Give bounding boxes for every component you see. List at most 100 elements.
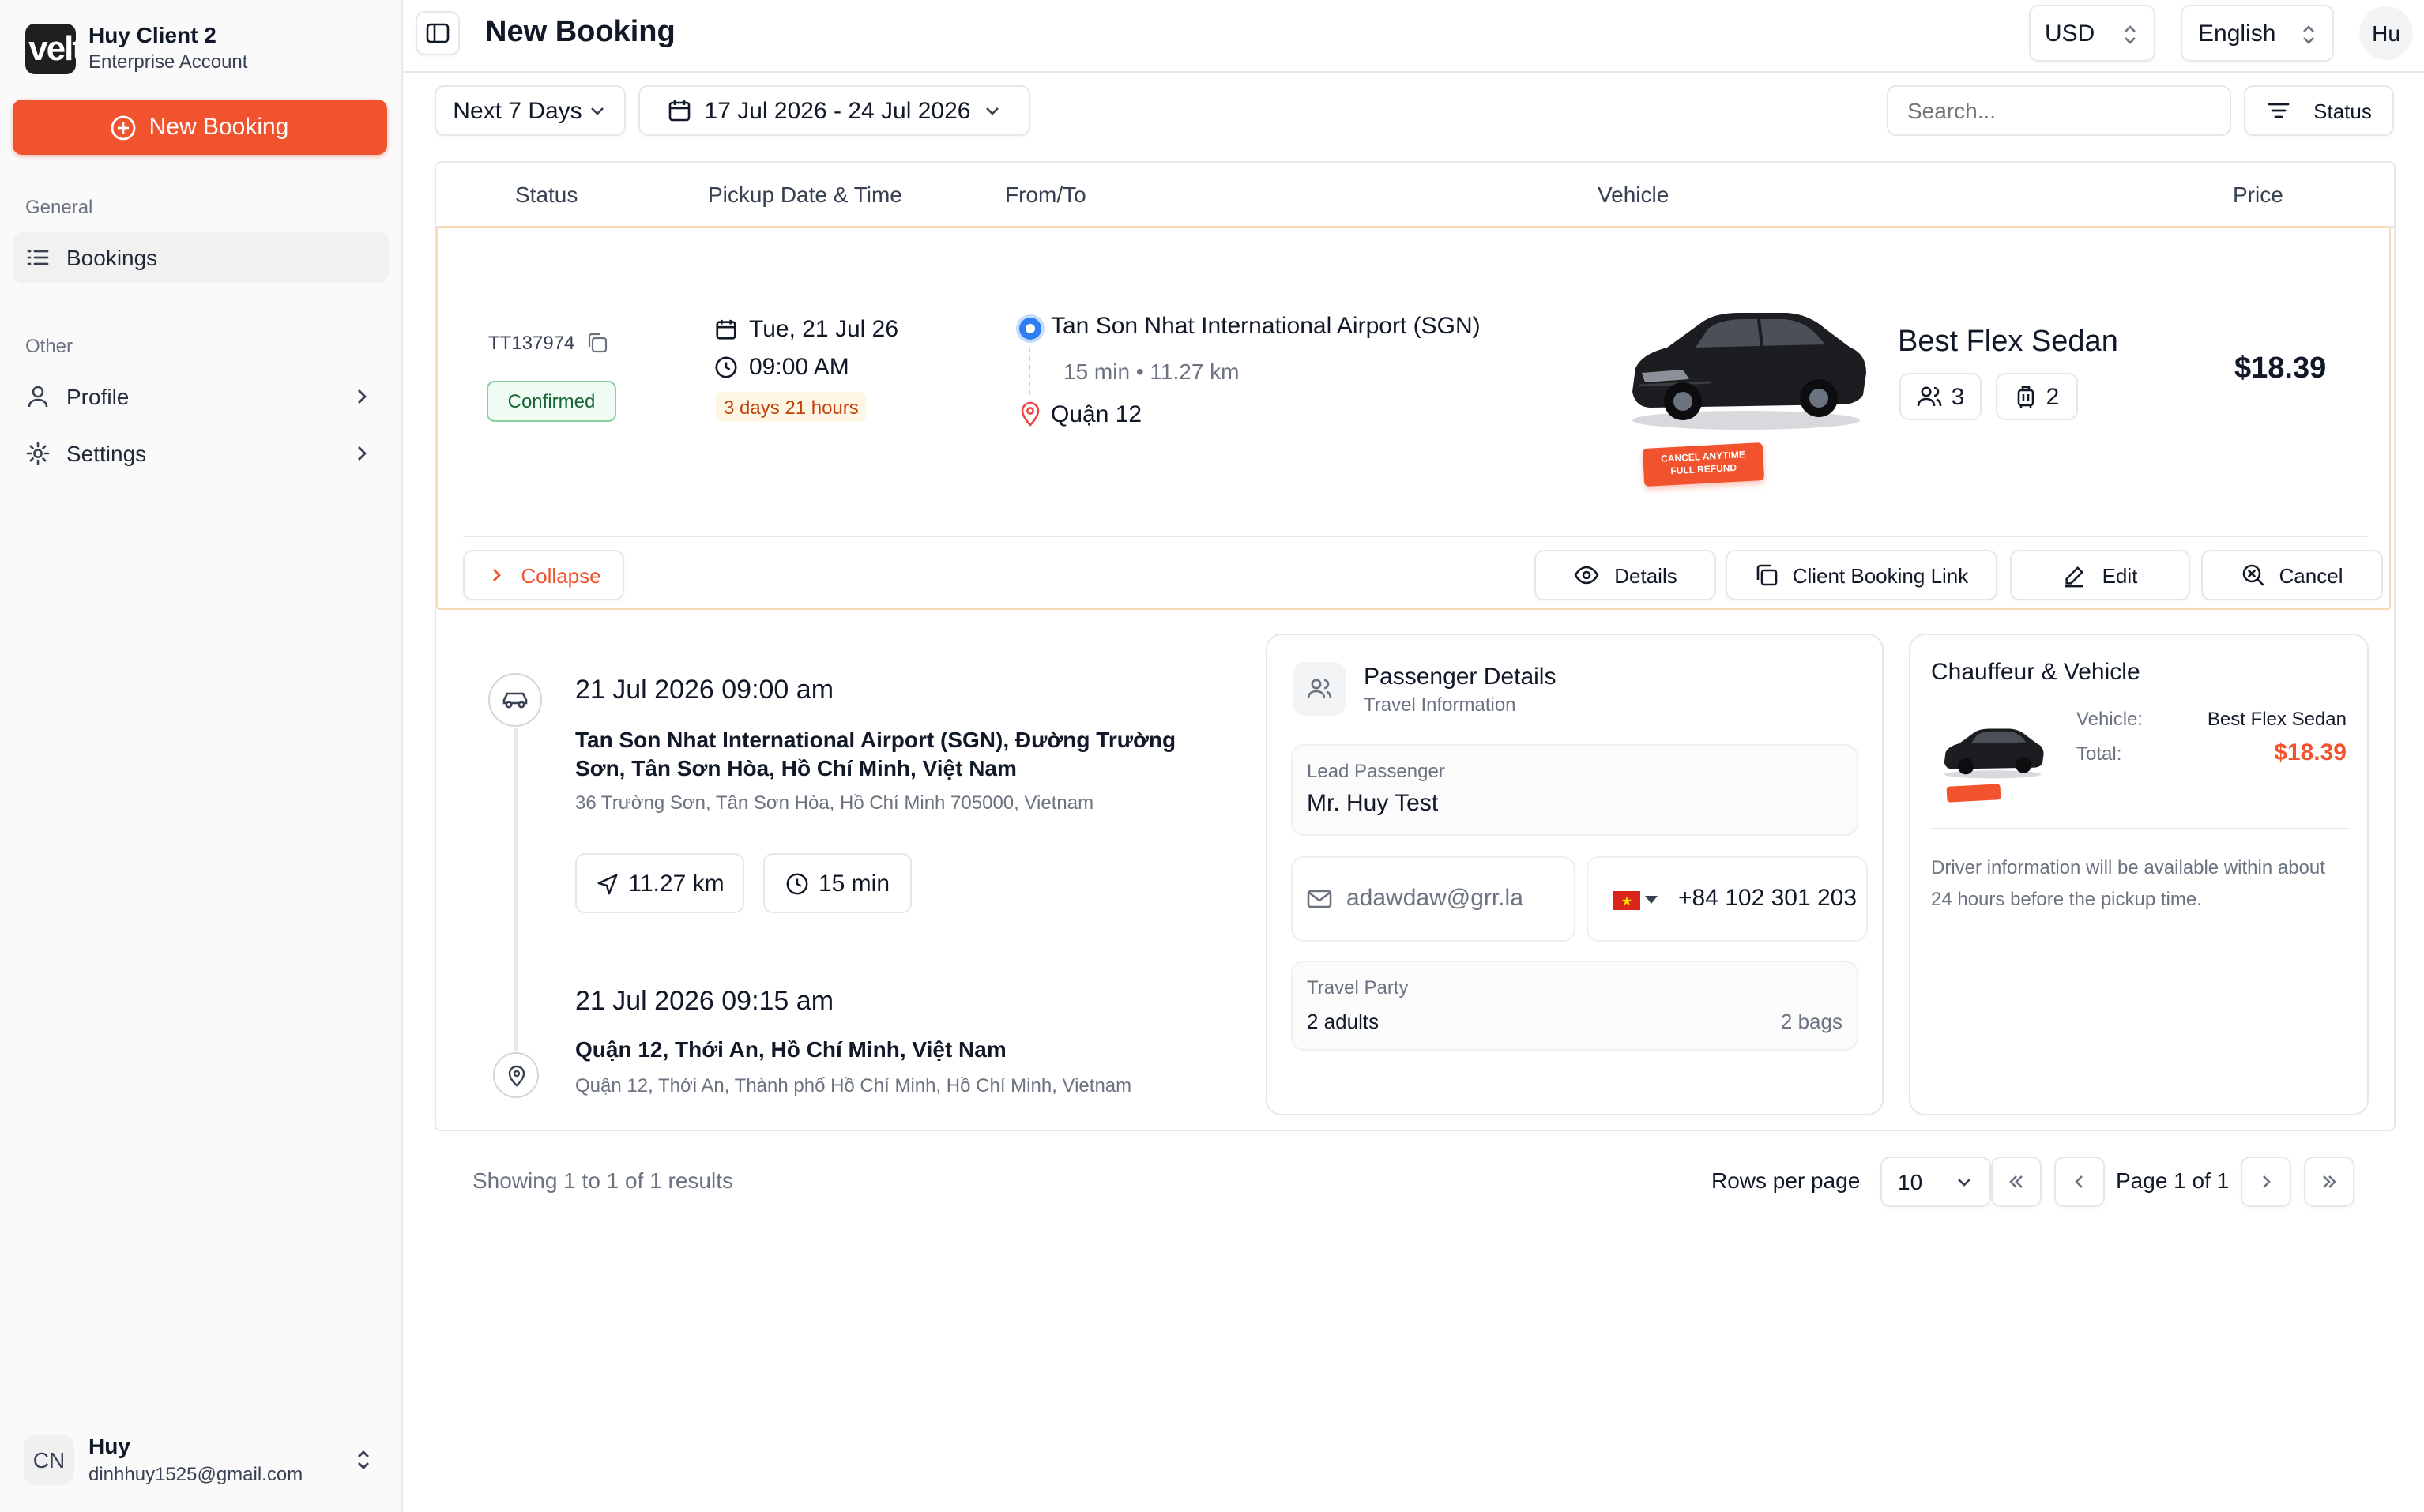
avatar-initials: CN: [32, 1447, 66, 1473]
phone-field[interactable]: ★ +84 102 301 203: [1587, 856, 1868, 942]
dropoff-datetime: 21 Jul 2026 09:15 am: [575, 986, 834, 1016]
new-booking-label: New Booking: [149, 114, 289, 141]
column-header-vehicle: Vehicle: [1598, 182, 1669, 207]
clock-icon: [715, 356, 737, 378]
avatar-initials: Hu: [2372, 21, 2400, 46]
chevron-updown-icon: [2125, 25, 2136, 44]
cancel-label: Cancel: [2279, 563, 2343, 587]
users-icon: [1917, 386, 1941, 407]
passenger-details-panel: Passenger Details Travel Information Lea…: [1266, 634, 1884, 1115]
copy-icon: [1757, 564, 1778, 586]
previous-page-button[interactable]: [2054, 1157, 2105, 1207]
chauffeur-vehicle-title: Chauffeur & Vehicle: [1931, 659, 2140, 686]
sidebar-item-settings[interactable]: Settings: [13, 428, 389, 479]
map-pin-icon: [493, 1052, 539, 1098]
sidebar-toggle-icon: [426, 23, 450, 43]
cancel-anytime-badge-small: [1946, 784, 2001, 803]
chevron-down-icon: [1645, 896, 1658, 904]
column-header-price: Price: [2233, 182, 2283, 207]
passenger-details-subtitle: Travel Information: [1364, 694, 1516, 716]
chauffeur-vehicle-panel: Chauffeur & Vehicle Vehicle: Best Flex S…: [1909, 634, 2369, 1115]
last-page-button[interactable]: [2304, 1157, 2354, 1207]
vietnam-flag-icon[interactable]: ★: [1613, 891, 1640, 910]
language-value: English: [2198, 20, 2276, 47]
route-line: [1029, 348, 1032, 395]
currency-select[interactable]: USD: [2029, 5, 2155, 62]
client-booking-link-button[interactable]: Client Booking Link: [1726, 550, 1997, 600]
car-icon: [488, 673, 542, 727]
destination-name: Quận 12: [1051, 401, 1142, 428]
divider: [1931, 828, 2350, 829]
date-range-picker[interactable]: 17 Jul 2026 - 24 Jul 2026: [638, 85, 1030, 136]
chevron-down-icon: [986, 107, 999, 115]
booking-price: $18.39: [2234, 352, 2327, 386]
details-label: Details: [1614, 563, 1677, 587]
cancel-booking-button[interactable]: Cancel: [2201, 550, 2383, 600]
sidebar-item-bookings[interactable]: Bookings: [13, 232, 389, 283]
status-filter-label: Status: [2313, 99, 2372, 122]
total-label: Total:: [2076, 743, 2122, 765]
users-icon: [1293, 662, 1346, 716]
date-preset-value: Next 7 Days: [453, 97, 582, 124]
bags-count: 2: [2046, 383, 2060, 410]
vehicle-image: [1632, 313, 1866, 430]
header-avatar[interactable]: Hu: [2359, 6, 2413, 60]
countdown-badge: 3 days 21 hours: [716, 392, 867, 422]
trip-meta: 15 min • 11.27 km: [1063, 359, 1240, 384]
origin-dot-icon: [1019, 318, 1041, 340]
pickup-date: Tue, 21 Jul 26: [749, 316, 899, 343]
sidebar-item-label: Bookings: [66, 245, 158, 270]
lead-passenger-field: Lead Passenger Mr. Huy Test: [1291, 744, 1858, 836]
mail-icon: [1307, 890, 1332, 908]
next-page-button[interactable]: [2241, 1157, 2291, 1207]
total-value: $18.39: [2274, 739, 2347, 766]
calendar-icon: [716, 319, 736, 340]
new-booking-button[interactable]: New Booking: [13, 100, 387, 155]
rows-per-page-label: Rows per page: [1711, 1168, 1861, 1193]
plus-circle-icon: [111, 115, 136, 140]
bookings-table: Status Pickup Date & Time From/To Vehicl…: [435, 161, 2396, 1131]
dropoff-address: Quận 12, Thới An, Hồ Chí Minh, Việt Nam: [575, 1036, 1007, 1062]
edit-button[interactable]: Edit: [2010, 550, 2190, 600]
avatar: CN: [24, 1435, 74, 1485]
sidebar-toggle-button[interactable]: [416, 11, 460, 55]
table-row[interactable]: TT137974 Confirmed Tue, 21 Jul 26 09:00 …: [436, 226, 2391, 610]
status-badge-label: Confirmed: [507, 390, 596, 412]
email-field[interactable]: adawdaw@grr.la: [1291, 856, 1575, 942]
sidebar-item-profile[interactable]: Profile: [13, 371, 389, 422]
date-preset-select[interactable]: Next 7 Days: [435, 85, 626, 136]
chevron-updown-icon: [358, 1450, 369, 1469]
bags-count: 2 bags: [1780, 1010, 1842, 1033]
chevrons-right-icon: [2323, 1175, 2336, 1188]
countdown-label: 3 days 21 hours: [724, 396, 859, 418]
luggage-capacity: 2: [1996, 373, 2078, 420]
details-button[interactable]: Details: [1534, 550, 1716, 600]
chevron-right-icon: [2263, 1175, 2271, 1188]
collapse-button[interactable]: Collapse: [463, 550, 624, 600]
edit-icon: [2065, 565, 2084, 587]
copy-icon[interactable]: [586, 332, 608, 354]
calendar-icon: [668, 100, 690, 122]
distance-chip: 11.27 km: [575, 853, 744, 913]
user-menu[interactable]: CN Huy dinhhuy1525@gmail.com: [13, 1428, 389, 1498]
duration-value: 15 min: [818, 870, 890, 897]
vehicle-name: Best Flex Sedan: [1898, 325, 2118, 359]
duration-chip: 15 min: [763, 853, 912, 913]
driver-info-note: Driver information will be available wit…: [1931, 856, 2325, 910]
phone-value: +84 102 301 203: [1678, 885, 1858, 912]
search-input[interactable]: [1887, 85, 2231, 136]
first-page-button[interactable]: [1991, 1157, 2042, 1207]
pickup-time: 09:00 AM: [749, 354, 849, 381]
status-badge: Confirmed: [487, 381, 616, 422]
adults-count: 2 adults: [1307, 1010, 1379, 1033]
column-header-from-to: From/To: [1005, 182, 1086, 207]
passenger-count: 3: [1951, 383, 1965, 410]
rows-per-page-select[interactable]: 10: [1880, 1157, 1991, 1207]
lead-passenger-name: Mr. Huy Test: [1307, 790, 1439, 817]
language-select[interactable]: English: [2181, 5, 2334, 62]
pickup-address-detail: 36 Trường Sơn, Tân Sơn Hòa, Hồ Chí Minh …: [575, 792, 1094, 814]
user-icon: [28, 386, 48, 408]
chevron-updown-icon: [2303, 25, 2314, 44]
pickup-datetime: 21 Jul 2026 09:00 am: [575, 675, 834, 705]
status-filter-button[interactable]: Status: [2244, 85, 2394, 136]
